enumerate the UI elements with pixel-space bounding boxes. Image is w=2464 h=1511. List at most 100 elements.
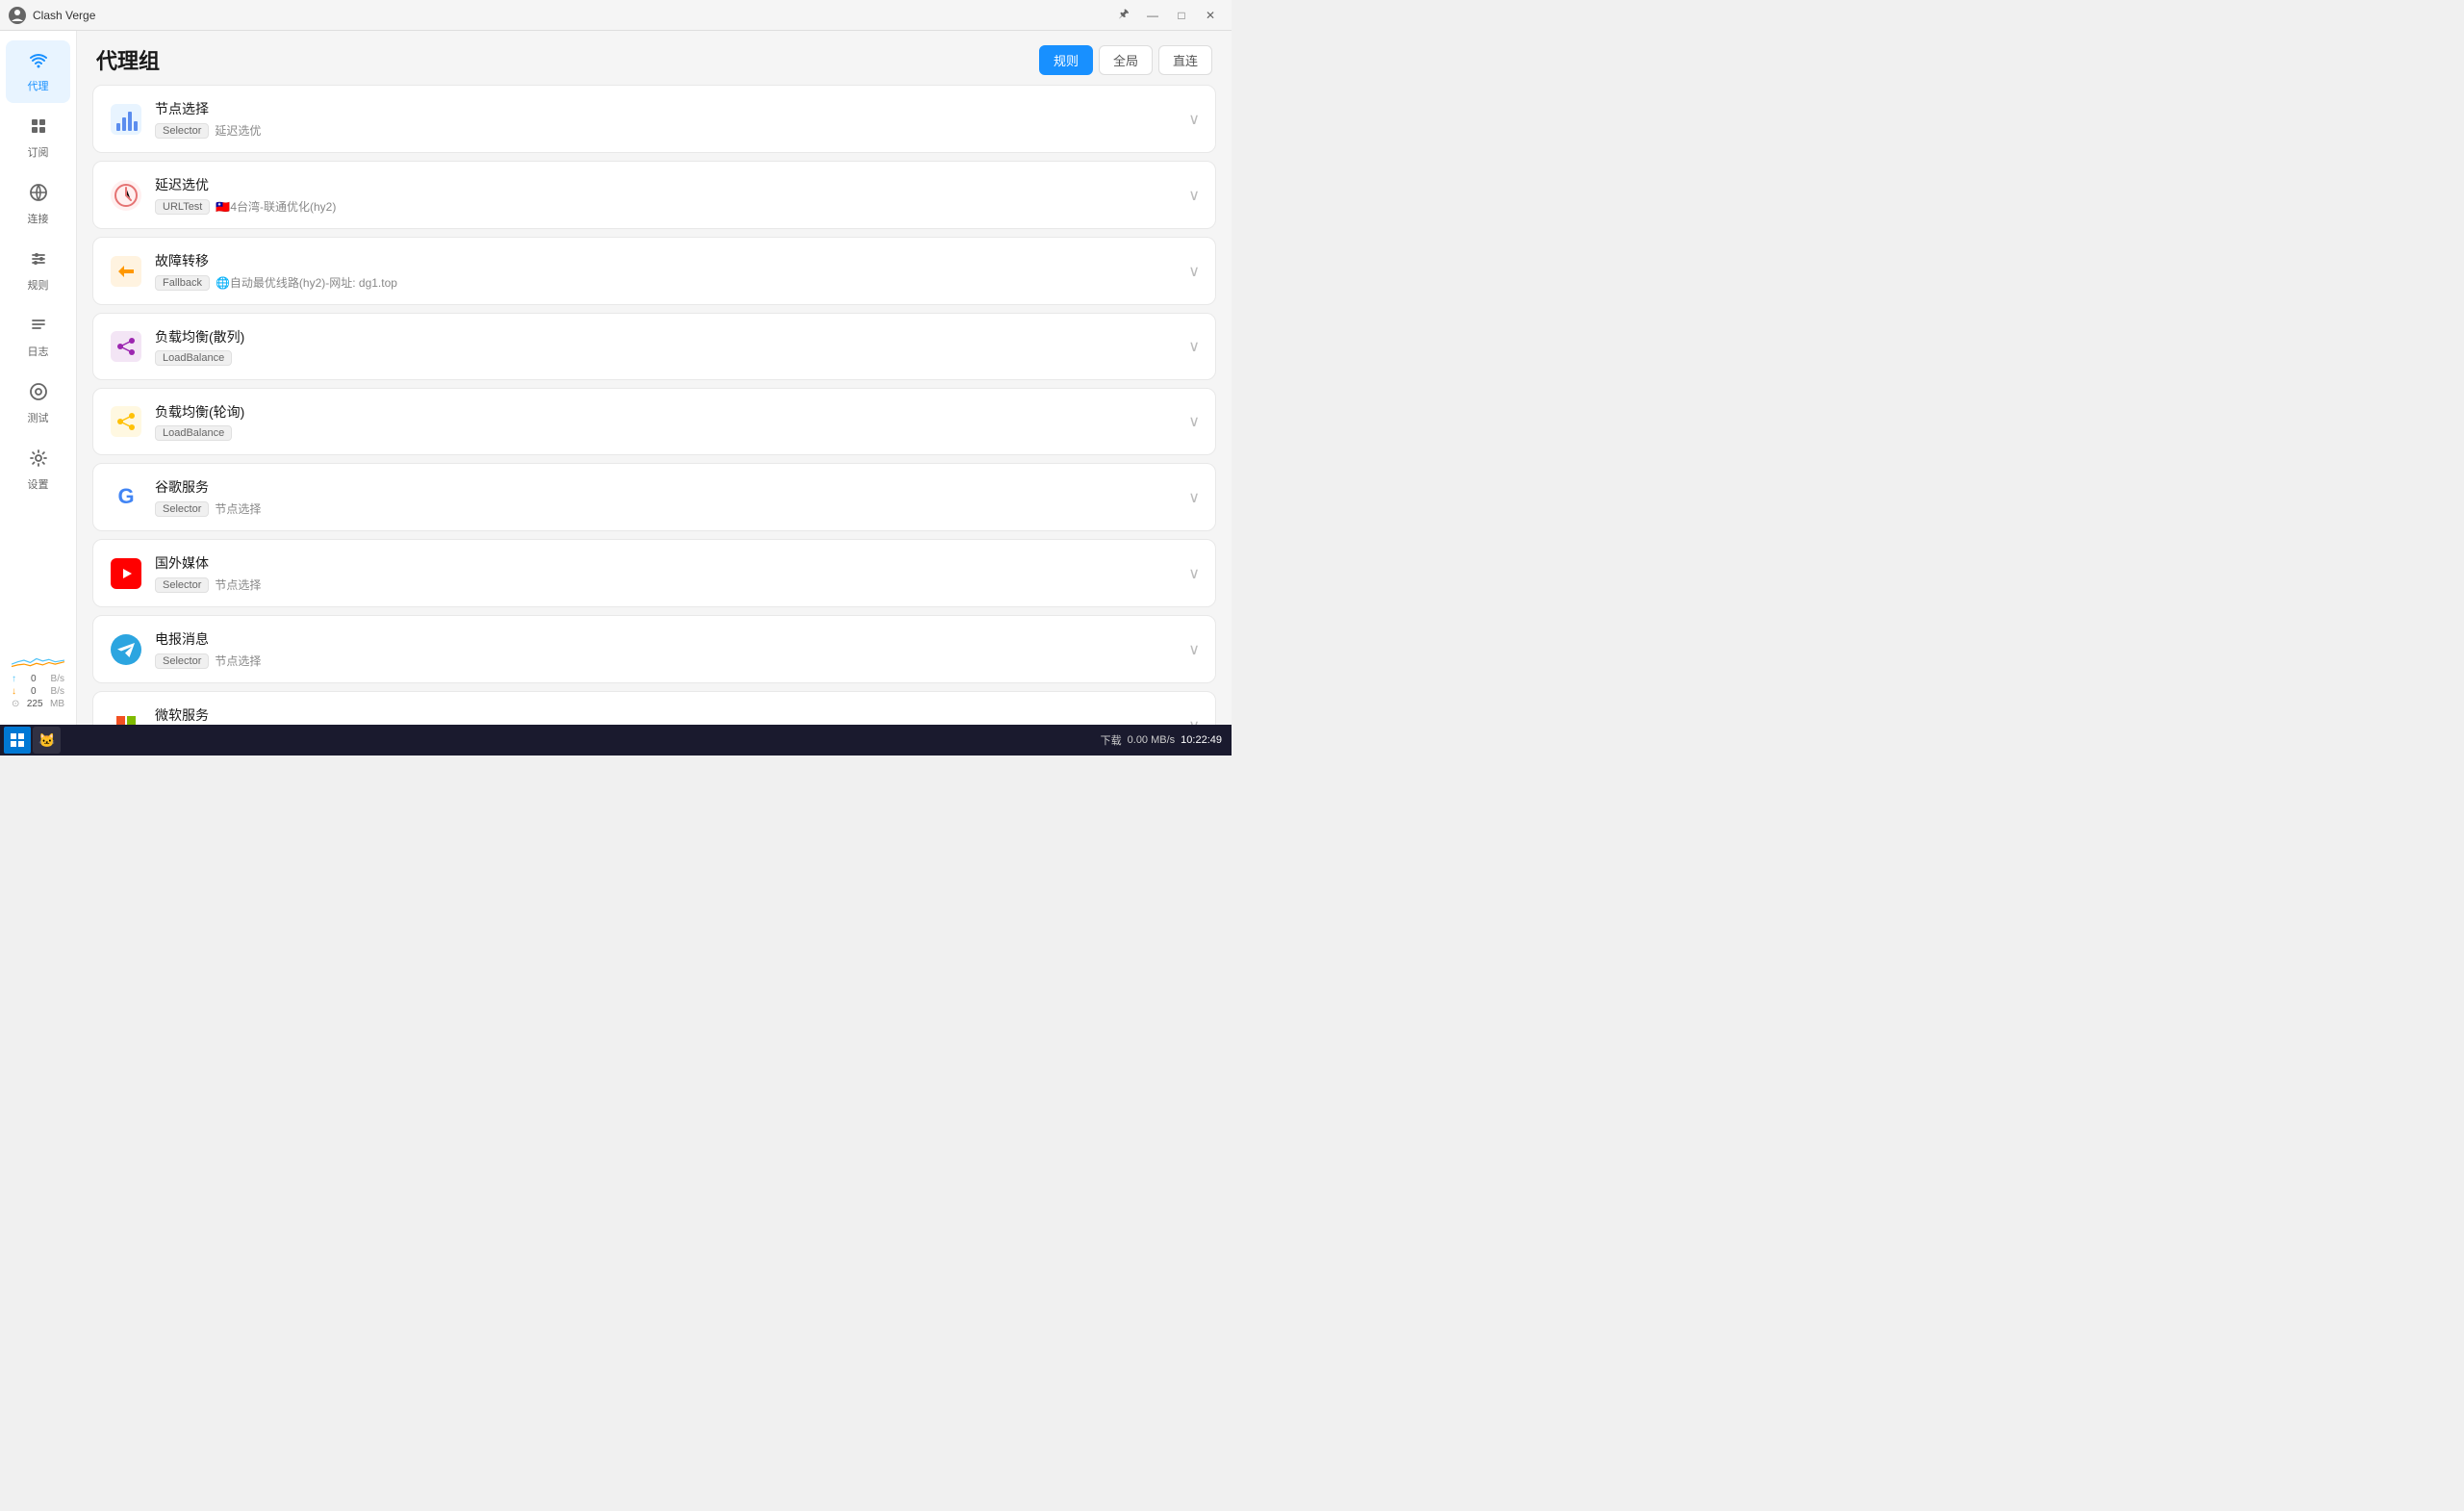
failover-detail: 🌐自动最优线路(hy2)-网址: dg1.top [216,274,397,291]
sidebar-item-rules[interactable]: 规则 [6,240,70,302]
microsoft-name: 微软服务 [155,705,1181,725]
network-chart [12,642,64,671]
page-title: 代理组 [96,44,160,75]
sidebar-item-connections[interactable]: 连接 [6,173,70,236]
gear-icon [29,448,48,473]
proxy-group-lb-scatter[interactable]: 负载均衡(散列) LoadBalance ∨ [92,313,1216,380]
pin-button[interactable]: 🖈 [1110,4,1137,27]
google-detail: 节点选择 [215,500,261,517]
taskbar: 🐱 下载 0.00 MB/s 10:22:49 [0,725,1232,756]
proxy-group-delay-best[interactable]: 延迟选优 URLTest 🇹🇼4台湾-联通优化(hy2) ∨ [92,161,1216,229]
sidebar-rules-label: 规则 [28,277,49,293]
google-chevron: ∨ [1188,488,1200,507]
google-meta: Selector 节点选择 [155,500,1181,517]
proxy-group-failover[interactable]: 故障转移 Fallback 🌐自动最优线路(hy2)-网址: dg1.top ∨ [92,237,1216,305]
proxy-group-microsoft[interactable]: 微软服务 Selector 全局直连 ∨ [92,691,1216,725]
proxy-group-foreign-media[interactable]: 国外媒体 Selector 节点选择 ∨ [92,539,1216,607]
main-content: 代理组 规则 全局 直连 [77,31,1232,725]
node-select-detail: 延迟选优 [215,122,261,139]
telegram-chevron: ∨ [1188,640,1200,659]
upload-value: 0 [31,674,37,684]
telegram-meta: Selector 节点选择 [155,653,1181,669]
sidebar-bottom: ↑ 0 B/s ↓ 0 B/s ⊙ 225 MB [0,627,76,725]
failover-chevron: ∨ [1188,262,1200,281]
lb-scatter-icon [109,329,143,364]
sidebar-settings-label: 设置 [28,476,49,492]
sidebar-test-label: 测试 [28,410,49,425]
taskbar-clash-app[interactable]: 🐱 [33,727,61,754]
delay-best-detail: 🇹🇼4台湾-联通优化(hy2) [216,198,336,215]
delay-best-icon [109,178,143,213]
minimize-button[interactable]: — [1139,4,1166,27]
proxy-list: 节点选择 Selector 延迟选优 ∨ [77,85,1232,725]
node-select-info: 节点选择 Selector 延迟选优 [155,99,1181,139]
lb-roundrobin-info: 负载均衡(轮询) LoadBalance [155,402,1181,441]
globe-icon [29,183,48,207]
taskbar-time: 10:22:49 [1181,734,1222,746]
google-name: 谷歌服务 [155,477,1181,497]
total-unit: MB [50,699,64,709]
sidebar-connections-label: 连接 [28,211,49,226]
telegram-detail: 节点选择 [215,653,261,669]
mode-global-button[interactable]: 全局 [1099,45,1153,75]
sidebar-item-settings[interactable]: 设置 [6,439,70,501]
sidebar-item-test[interactable]: 测试 [6,372,70,435]
lb-roundrobin-type: LoadBalance [155,425,232,441]
sidebar-item-subscribe[interactable]: 订阅 [6,107,70,169]
download-arrow: ↓ [12,686,16,697]
google-info: 谷歌服务 Selector 节点选择 [155,477,1181,517]
failover-name: 故障转移 [155,251,1181,270]
telegram-type: Selector [155,653,209,669]
taskbar-network-label: 下载 [1101,732,1122,748]
taskbar-network-value: 0.00 MB/s [1128,734,1176,746]
failover-type: Fallback [155,275,210,291]
node-select-meta: Selector 延迟选优 [155,122,1181,139]
lb-scatter-info: 负载均衡(散列) LoadBalance [155,327,1181,366]
microsoft-chevron: ∨ [1188,716,1200,726]
sidebar-item-logs[interactable]: 日志 [6,306,70,369]
proxy-group-google[interactable]: G 谷歌服务 Selector 节点选择 ∨ [92,463,1216,531]
microsoft-icon [109,708,143,726]
taskbar-app-icon: 🐱 [38,732,55,749]
failover-meta: Fallback 🌐自动最优线路(hy2)-网址: dg1.top [155,274,1181,291]
upload-arrow: ↑ [12,674,16,684]
download-stat: ↓ 0 B/s [12,686,64,697]
delay-best-type: URLTest [155,199,210,215]
google-type: Selector [155,501,209,517]
lb-scatter-meta: LoadBalance [155,350,1181,366]
app-logo [8,6,27,25]
telegram-info: 电报消息 Selector 节点选择 [155,629,1181,669]
logs-icon [29,316,48,340]
titlebar: Clash Verge 🖈 — □ ✕ [0,0,1232,31]
failover-info: 故障转移 Fallback 🌐自动最优线路(hy2)-网址: dg1.top [155,251,1181,291]
app-name: Clash Verge [33,9,95,22]
telegram-icon [109,632,143,667]
sidebar-proxy-label: 代理 [28,78,49,93]
svg-text:G: G [117,484,134,508]
subscribe-icon [29,116,48,141]
taskbar-tray: 下载 0.00 MB/s 10:22:49 [1101,732,1228,748]
foreign-media-type: Selector [155,577,209,593]
proxy-group-lb-roundrobin[interactable]: 负载均衡(轮询) LoadBalance ∨ [92,388,1216,455]
mode-direct-button[interactable]: 直连 [1158,45,1212,75]
google-icon: G [109,480,143,515]
wifi-icon [29,50,48,74]
maximize-button[interactable]: □ [1168,4,1195,27]
foreign-media-chevron: ∨ [1188,564,1200,583]
delay-best-name: 延迟选优 [155,175,1181,194]
sidebar-logs-label: 日志 [28,344,49,359]
close-button[interactable]: ✕ [1197,4,1224,27]
sidebar-subscribe-label: 订阅 [28,144,49,160]
lb-roundrobin-meta: LoadBalance [155,425,1181,441]
download-value: 0 [31,686,37,697]
lb-roundrobin-chevron: ∨ [1188,412,1200,431]
proxy-group-telegram[interactable]: 电报消息 Selector 节点选择 ∨ [92,615,1216,683]
proxy-group-node-select[interactable]: 节点选择 Selector 延迟选优 ∨ [92,85,1216,153]
total-stat: ⊙ 225 MB [12,699,64,709]
start-button[interactable] [4,727,31,754]
node-select-name: 节点选择 [155,99,1181,118]
mode-rule-button[interactable]: 规则 [1039,45,1093,75]
network-stats: ↑ 0 B/s ↓ 0 B/s ⊙ 225 MB [6,634,70,717]
sidebar-item-proxy[interactable]: 代理 [6,40,70,103]
lb-roundrobin-icon [109,404,143,439]
